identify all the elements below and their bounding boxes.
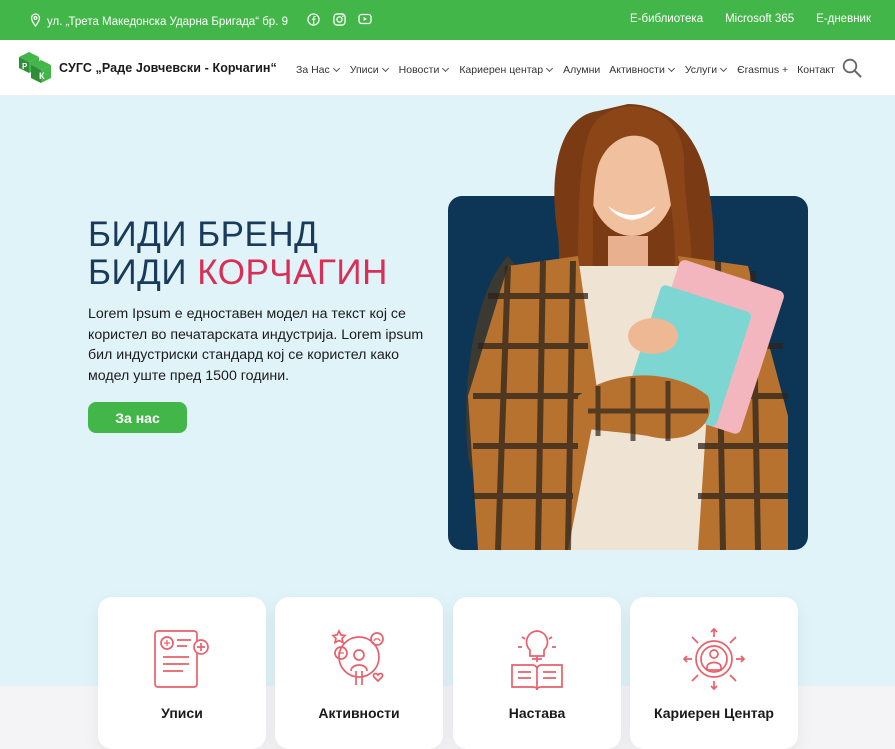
card-label: Активности: [318, 705, 400, 721]
search-icon: [842, 58, 862, 78]
chevron-down-icon: [381, 64, 389, 73]
hero-line-2: БИДИ КОРЧАГИН: [88, 254, 388, 292]
school-logo-icon: Р К: [19, 52, 51, 83]
card-label: Кариерен Центар: [654, 705, 774, 721]
card-activities[interactable]: Активности: [275, 597, 443, 749]
menu-label: Контакт: [797, 64, 835, 76]
menu-item-activities[interactable]: Активности: [609, 64, 676, 76]
main-menu: За Нас Уписи Новости Кариерен центар Алу…: [296, 64, 835, 76]
logo[interactable]: Р К СУГС „Раде Јовчевски - Корчагин“: [17, 51, 277, 85]
card-teaching[interactable]: Настава: [453, 597, 621, 749]
menu-item-about[interactable]: За Нас: [296, 64, 341, 76]
hero-photo: [448, 104, 808, 551]
e-diary-link[interactable]: Е-дневник: [816, 13, 871, 25]
chevron-down-icon: [442, 64, 450, 73]
menu-label: Услуги: [684, 64, 718, 76]
chevron-down-icon: [546, 64, 554, 73]
menu-label: Уписи: [349, 64, 379, 76]
hero-line-1: БИДИ БРЕНД: [88, 215, 319, 254]
microsoft-365-link[interactable]: Microsoft 365: [725, 13, 794, 25]
student-illustration: [466, 104, 788, 551]
facebook-icon[interactable]: [306, 12, 320, 26]
card-career-center[interactable]: Кариерен Центар: [630, 597, 798, 749]
chevron-down-icon: [667, 64, 675, 73]
search-button[interactable]: [842, 58, 862, 83]
menu-item-erasmus[interactable]: Єrasmus +: [737, 64, 788, 76]
address: ул. „Трета Македонска Ударна Бригада“ бр…: [30, 13, 288, 30]
address-text: ул. „Трета Македонска Ударна Бригада“ бр…: [47, 15, 288, 28]
location-pin-icon: [30, 13, 41, 30]
menu-label: За Нас: [296, 64, 330, 76]
hero-heading: БИДИ БРЕНД БИДИ КОРЧАГИН: [88, 216, 388, 292]
e-library-link[interactable]: Е-библиотека: [630, 13, 703, 25]
enrollment-form-icon: [153, 627, 211, 696]
menu-label: Активности: [609, 64, 665, 76]
chevron-down-icon: [332, 64, 340, 73]
menu-item-services[interactable]: Услуги: [685, 64, 728, 76]
activities-people-icon: [329, 627, 389, 694]
top-links: Е-библиотека Microsoft 365 Е-дневник: [630, 13, 871, 25]
menu-label: Єrasmus +: [737, 64, 789, 76]
social-links: [306, 12, 372, 26]
top-bar: ул. „Трета Македонска Ударна Бригада“ бр…: [0, 0, 895, 40]
menu-item-news[interactable]: Новости: [399, 64, 451, 76]
main-navbar: Р К СУГС „Раде Јовчевски - Корчагин“ За …: [0, 40, 895, 96]
card-label: Настава: [508, 705, 566, 721]
hero-description: Lorem Ipsum е едноставен модел на текст …: [88, 306, 424, 384]
brand-name: СУГС „Раде Јовчевски - Корчагин“: [59, 61, 277, 75]
career-center-icon: [682, 627, 746, 696]
hero-line-2-accent: КОРЧАГИН: [197, 253, 388, 292]
about-us-button[interactable]: За нас: [88, 402, 187, 433]
menu-item-career-center[interactable]: Кариерен центар: [459, 64, 554, 76]
menu-item-alumni[interactable]: Алумни: [563, 64, 600, 76]
book-idea-icon: [508, 627, 566, 696]
card-enrollment[interactable]: Уписи: [98, 597, 266, 749]
menu-label: Алумни: [563, 64, 601, 76]
svg-text:Р: Р: [22, 62, 28, 71]
menu-item-enrollment[interactable]: Уписи: [350, 64, 390, 76]
hero-line-2-prefix: БИДИ: [88, 253, 187, 292]
menu-label: Новости: [398, 64, 440, 76]
svg-text:К: К: [39, 71, 45, 81]
youtube-icon[interactable]: [358, 12, 372, 26]
card-label: Уписи: [161, 705, 203, 721]
menu-item-contact[interactable]: Контакт: [797, 64, 835, 76]
chevron-down-icon: [720, 64, 728, 73]
instagram-icon[interactable]: [332, 12, 346, 26]
menu-label: Кариерен центар: [459, 64, 544, 76]
